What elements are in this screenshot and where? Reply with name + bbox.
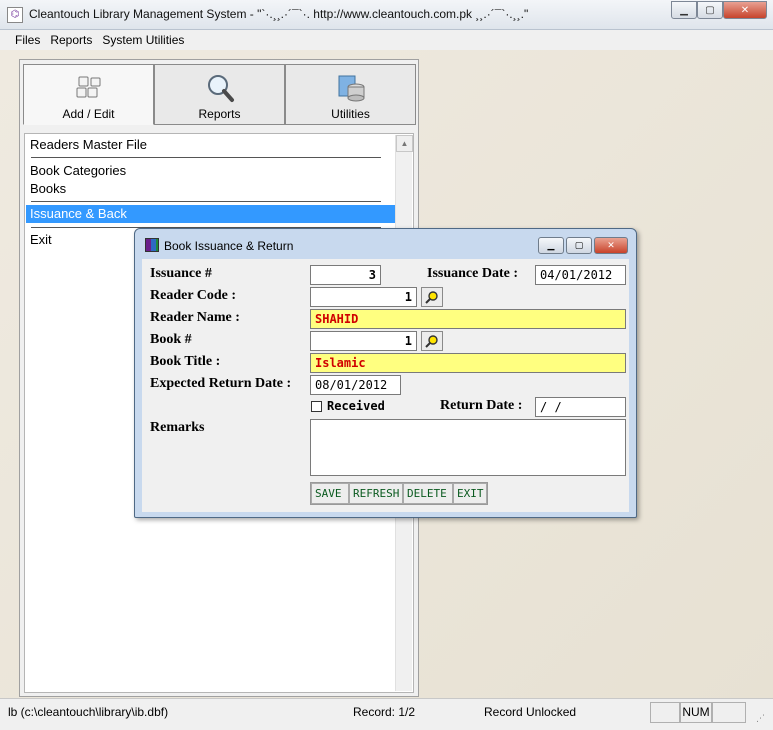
reader-name-label: Reader Name : [150,310,240,325]
delete-button[interactable]: DELETE [403,483,453,504]
return-date-label: Return Date : [440,398,523,413]
reader-code-field[interactable]: 1 [310,287,417,307]
status-lock-state: Record Unlocked [484,705,577,719]
dialog-maximize-icon[interactable]: ▢ [566,237,592,254]
list-item-readers-master-file[interactable]: Readers Master File [26,136,396,154]
toolbar: Add / Edit Reports Utilities [23,64,416,125]
save-button[interactable]: SAVE [311,483,349,504]
list-separator [31,201,381,202]
reader-lookup-button[interactable] [421,287,443,307]
return-date-field[interactable]: / / [535,397,626,417]
menu-files[interactable]: Files [15,33,40,47]
book-no-label: Book # [150,332,192,347]
app-icon: ⌬ [7,7,23,23]
magnifier-icon [207,75,234,102]
search-icon [425,291,438,304]
dialog-body: Issuance # 3 Issuance Date : 04/01/2012 … [142,259,629,512]
window-controls: ▁ ▢ ✕ [671,1,767,19]
menubar: Files Reports System Utilities [0,30,773,50]
reader-code-label: Reader Code : [150,288,237,303]
maximize-icon[interactable]: ▢ [697,1,723,19]
utilities-label: Utilities [331,107,370,121]
book-title-field[interactable]: Islamic [310,353,626,373]
book-lookup-button[interactable] [421,331,443,351]
remarks-label: Remarks [150,420,205,435]
dialog-title: Book Issuance & Return [164,239,294,253]
status-num-indicator: NUM [680,702,712,723]
expected-return-label: Expected Return Date : [150,376,292,391]
window-title: Cleantouch Library Management System - "… [29,7,529,21]
add-edit-button[interactable]: Add / Edit [23,64,154,125]
add-edit-label: Add / Edit [62,107,115,121]
dialog-action-buttons: SAVE REFRESH DELETE EXIT [310,482,488,505]
utilities-button[interactable]: Utilities [285,64,416,125]
resize-grip-icon[interactable]: ⋰ [756,713,765,724]
scroll-up-icon[interactable]: ▲ [396,135,413,152]
database-icon [338,75,364,102]
received-label: Received [327,399,385,413]
dialog-window-controls: ▁ ▢ ✕ [538,237,628,254]
statusbar: lb (c:\cleantouch\library\ib.dbf) Record… [0,698,773,730]
list-item-issuance-back[interactable]: Issuance & Back [26,205,396,223]
remarks-textarea[interactable] [310,419,626,476]
dialog-minimize-icon[interactable]: ▁ [538,237,564,254]
dialog-titlebar: Book Issuance & Return ▁ ▢ ✕ [135,229,636,259]
received-checkbox[interactable] [311,401,322,412]
issuance-no-field[interactable]: 3 [310,265,381,285]
dialog-close-icon[interactable]: ✕ [594,237,628,254]
window-titlebar: ⌬ Cleantouch Library Management System -… [0,0,773,30]
refresh-button[interactable]: REFRESH [349,483,403,504]
reader-name-field[interactable]: SHAHID [310,309,626,329]
expected-return-field[interactable]: 08/01/2012 [310,375,401,395]
list-item-books[interactable]: Books [26,180,396,198]
keyboard-icon [76,76,100,98]
status-file-path: lb (c:\cleantouch\library\ib.dbf) [8,705,169,719]
book-issuance-dialog: Book Issuance & Return ▁ ▢ ✕ Issuance # … [134,228,637,518]
issuance-no-label: Issuance # [150,266,212,281]
books-icon [145,238,159,252]
exit-button[interactable]: EXIT [453,483,487,504]
close-icon[interactable]: ✕ [723,1,767,19]
status-caps-indicator [650,702,680,723]
reports-label: Reports [198,107,241,121]
book-no-field[interactable]: 1 [310,331,417,351]
issuance-date-field[interactable]: 04/01/2012 [535,265,626,285]
list-item-book-categories[interactable]: Book Categories [26,162,396,180]
status-scroll-indicator [712,702,746,723]
search-icon [425,335,438,348]
status-record-count: Record: 1/2 [353,705,416,719]
book-title-label: Book Title : [150,354,221,369]
reports-button[interactable]: Reports [154,64,285,125]
menu-reports[interactable]: Reports [50,33,92,47]
menu-system-utilities[interactable]: System Utilities [102,33,184,47]
list-separator [31,157,381,158]
minimize-icon[interactable]: ▁ [671,1,697,19]
issuance-date-label: Issuance Date : [427,266,518,281]
